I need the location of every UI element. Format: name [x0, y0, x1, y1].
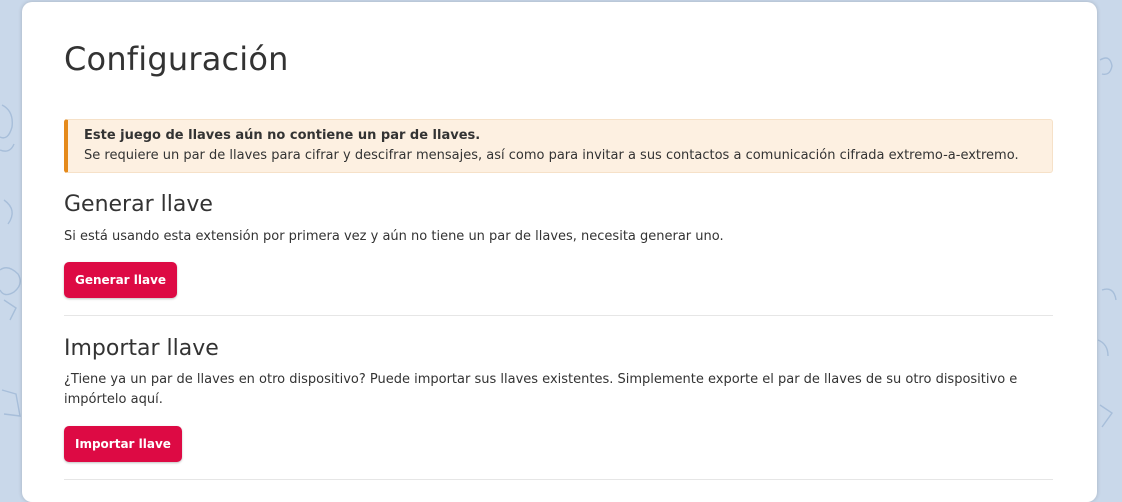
- import-key-heading: Importar llave: [64, 336, 219, 361]
- generate-key-heading: Generar llave: [64, 192, 213, 217]
- alert-text: Se requiere un par de llaves para cifrar…: [84, 148, 1019, 163]
- import-key-description: ¿Tiene ya un par de llaves en otro dispo…: [64, 372, 1018, 407]
- section-divider: [64, 479, 1053, 480]
- page-title: Configuración: [64, 40, 289, 78]
- generate-key-description: Si está usando esta extensión por primer…: [64, 229, 724, 244]
- alert-title: Este juego de llaves aún no contiene un …: [84, 128, 481, 143]
- import-key-button[interactable]: Importar llave: [64, 426, 182, 462]
- section-divider: [64, 315, 1053, 316]
- warning-alert: Este juego de llaves aún no contiene un …: [64, 119, 1053, 173]
- settings-card: Configuración Este juego de llaves aún n…: [22, 2, 1097, 502]
- generate-key-button[interactable]: Generar llave: [64, 262, 178, 298]
